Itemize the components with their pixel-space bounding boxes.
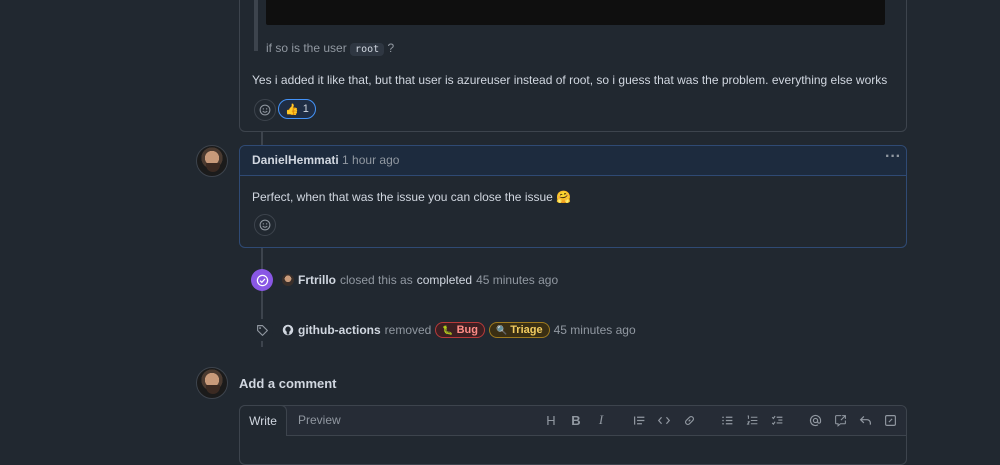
embedded-screenshot: [266, 0, 885, 25]
inline-code: root: [350, 43, 385, 56]
comment-body: Perfect, when that was the issue you can…: [252, 190, 572, 204]
avatar[interactable]: [196, 367, 228, 399]
label-bug[interactable]: 🐛 Bug: [435, 322, 485, 338]
comment-menu-button[interactable]: ···: [885, 148, 901, 166]
check-circle-icon: [256, 274, 268, 286]
list-unordered-icon: [721, 415, 732, 425]
quote-text: if so is the user root ?: [266, 41, 395, 56]
quote-icon: [633, 415, 644, 425]
unordered-list-button[interactable]: [719, 412, 735, 428]
add-reaction-button[interactable]: [254, 99, 276, 121]
event-labels: github-actions removed 🐛 Bug 🔍 Triage 45…: [282, 322, 636, 338]
event-closed: Frtrillo closed this as completed 45 min…: [282, 273, 558, 287]
tab-preview[interactable]: Preview: [298, 413, 341, 427]
timeline-line: [261, 131, 263, 145]
italic-button[interactable]: I: [593, 412, 609, 428]
thumbs-up-icon: 👍: [285, 103, 299, 116]
actor-avatar[interactable]: [282, 274, 294, 286]
mention-icon: [809, 414, 821, 426]
event-time[interactable]: 45 minutes ago: [554, 323, 636, 337]
label-triage[interactable]: 🔍 Triage: [488, 322, 550, 338]
event-actor[interactable]: github-actions: [298, 323, 381, 337]
event-time[interactable]: 45 minutes ago: [476, 273, 558, 287]
tasklist-icon: [771, 415, 782, 425]
add-reaction-button[interactable]: [254, 214, 276, 236]
avatar[interactable]: [196, 145, 228, 177]
task-list-button[interactable]: [769, 412, 785, 428]
tag-icon-badge: [251, 319, 273, 341]
mention-button[interactable]: [807, 412, 823, 428]
comment-author[interactable]: DanielHemmati: [252, 153, 339, 167]
tab-write[interactable]: Write: [239, 405, 287, 436]
smiley-icon: [259, 104, 271, 116]
bold-button[interactable]: B: [568, 412, 584, 428]
event-state: completed: [416, 273, 473, 287]
comment-time[interactable]: 1 hour ago: [342, 153, 399, 167]
cross-reference-icon: [834, 414, 846, 427]
label-name: Triage: [510, 324, 543, 336]
label-name: Bug: [456, 324, 478, 336]
reaction-count: 1: [302, 103, 309, 115]
fullscreen-button[interactable]: [882, 412, 898, 428]
event-text: removed: [384, 323, 432, 337]
reply-icon: [859, 415, 871, 425]
heading-button[interactable]: H: [543, 412, 559, 428]
code-button[interactable]: [656, 412, 672, 428]
quote-text-after: ?: [387, 41, 395, 55]
reference-button[interactable]: [832, 412, 848, 428]
event-actor[interactable]: Frtrillo: [298, 273, 336, 287]
saved-replies-button[interactable]: [857, 412, 873, 428]
expand-icon: [884, 414, 896, 426]
list-ordered-icon: [746, 415, 757, 425]
comment-author-line: DanielHemmati 1 hour ago: [252, 153, 399, 167]
tag-icon: [256, 324, 268, 336]
quote-bar: [254, 0, 258, 51]
magnifier-icon: 🔍: [495, 324, 508, 335]
previous-comment: if so is the user root ? Yes i added it …: [239, 0, 907, 132]
link-button[interactable]: [681, 412, 697, 428]
comment: DanielHemmati 1 hour ago ··· Perfect, wh…: [239, 145, 907, 248]
github-logo-icon: [282, 324, 294, 336]
link-icon: [684, 415, 694, 425]
event-text: closed this as: [340, 273, 413, 287]
code-icon: [657, 416, 671, 424]
smiley-icon: [259, 219, 271, 231]
comment-body: Yes i added it like that, but that user …: [252, 73, 888, 87]
closed-badge-icon: [251, 269, 273, 291]
reaction-thumbs-up[interactable]: 👍 1: [278, 99, 316, 119]
quote-text-before: if so is the user: [266, 41, 347, 55]
ordered-list-button[interactable]: [744, 412, 760, 428]
add-comment-title: Add a comment: [239, 376, 337, 391]
bug-icon: 🐛: [442, 324, 454, 335]
quote-button[interactable]: [631, 412, 647, 428]
